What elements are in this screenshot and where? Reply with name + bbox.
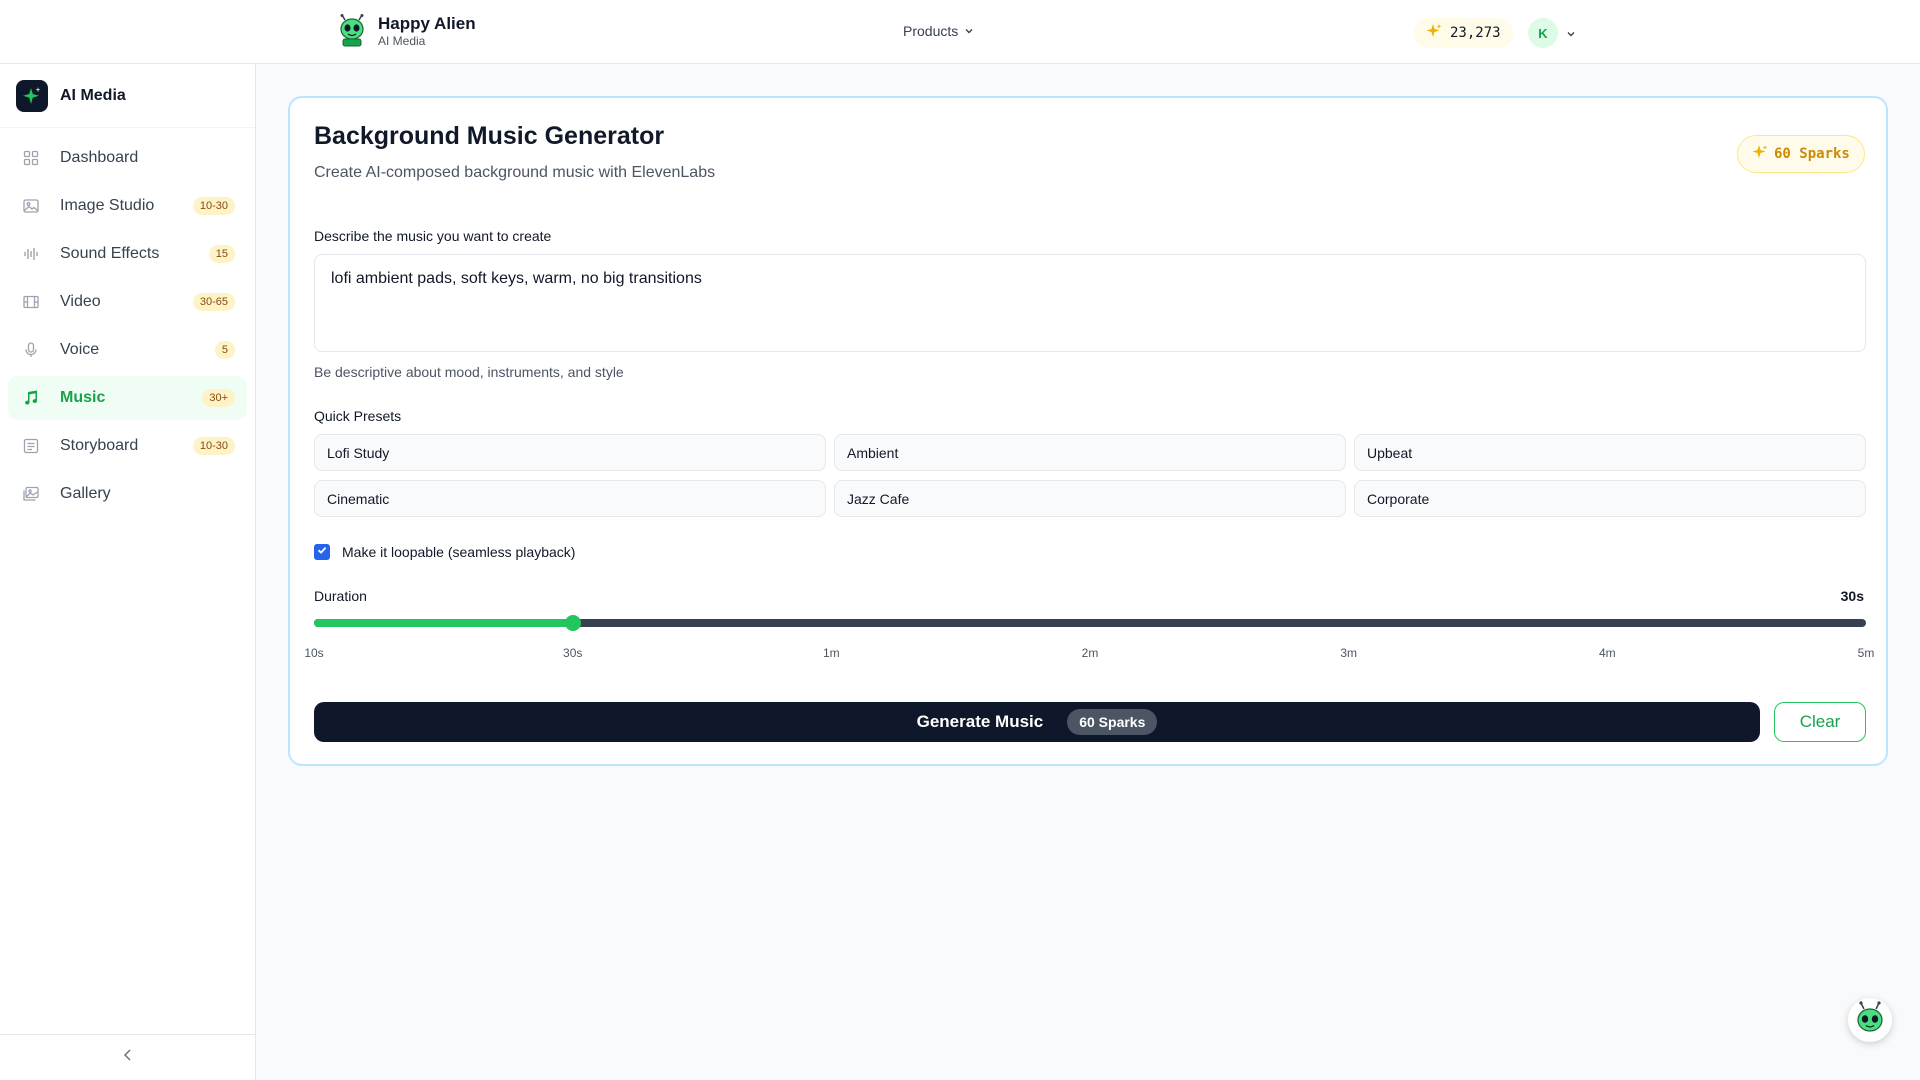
sidebar-item-label: Video [60,293,101,310]
preset-upbeat[interactable]: Upbeat [1354,434,1866,471]
sidebar-item-image-studio[interactable]: Image Studio 10-30 [8,184,247,228]
sidebar-item-label: Dashboard [60,149,139,166]
sparkle-icon [1752,144,1768,164]
storyboard-icon [22,437,40,455]
sidebar-header: AI Media [0,64,255,128]
preset-corporate[interactable]: Corporate [1354,480,1866,517]
preset-jazz-cafe[interactable]: Jazz Cafe [834,480,1346,517]
alien-mascot-icon [1854,1000,1886,1040]
tick-label: 30s [563,646,583,660]
sidebar: AI Media Dashboard Image Studio 10-30 So… [0,64,256,1080]
tick-label: 4m [1598,646,1616,660]
alien-assistant-button[interactable] [1848,998,1892,1042]
chevron-down-icon [964,23,974,39]
sidebar-item-dashboard[interactable]: Dashboard [8,136,247,180]
sidebar-item-label: Voice [60,341,100,358]
duration-slider-fill [314,619,573,627]
credits-value: 23,273 [1450,25,1501,41]
preset-lofi-study[interactable]: Lofi Study [314,434,826,471]
cost-badge: 10-30 [192,197,235,215]
duration-slider[interactable] [314,615,1866,631]
presets-grid: Lofi Study Ambient Upbeat Cinematic Jazz… [314,434,1866,517]
duration-label: Duration [314,588,367,604]
preset-ambient[interactable]: Ambient [834,434,1346,471]
sidebar-item-sound-effects[interactable]: Sound Effects 15 [8,232,247,276]
sidebar-item-label: Gallery [60,485,111,502]
loop-option: Make it loopable (seamless playback) [314,544,575,560]
sidebar-item-storyboard[interactable]: Storyboard 10-30 [8,424,247,468]
film-icon [22,293,40,311]
sidebar-item-label: Storyboard [60,437,139,454]
sidebar-item-label: Image Studio [60,197,155,214]
duration-ticks: 10s 30s 1m 2m 3m 4m 5m [304,646,1874,660]
tick-label: 3m [1340,646,1358,660]
sidebar-item-music[interactable]: Music 30+ [8,376,247,420]
brand-name: Happy Alien [378,14,476,33]
sidebar-nav: Dashboard Image Studio 10-30 Sound Effec… [0,128,255,528]
preset-cinematic[interactable]: Cinematic [314,480,826,517]
tick-label: 1m [822,646,840,660]
tick-label: 10s [304,646,324,660]
loop-checkbox[interactable] [314,544,330,560]
image-icon [22,197,40,215]
cost-badge: 15 [208,245,235,263]
sidebar-item-gallery[interactable]: Gallery [8,472,247,516]
sparkle-icon [1426,23,1442,43]
top-bar: Happy Alien AI Media Products 23,273 K [0,0,1920,64]
cost-badge: 30-65 [192,293,235,311]
cost-pill-label: 60 Sparks [1774,146,1850,162]
prompt-hint: Be descriptive about mood, instruments, … [314,364,624,380]
sidebar-title: AI Media [60,86,126,104]
duration-slider-thumb[interactable] [564,615,581,631]
page-subtitle: Create AI-composed background music with… [314,164,716,181]
tick-label: 5m [1857,646,1875,660]
waveform-icon [22,245,40,263]
cost-badge: 30+ [202,389,235,407]
brand-subtitle: AI Media [378,34,426,48]
clear-button[interactable]: Clear [1774,702,1866,742]
chevron-left-icon [122,1048,134,1067]
prompt-label: Describe the music you want to create [314,228,552,244]
generate-cost-badge: 60 Sparks [1067,709,1158,735]
products-label: Products [903,23,959,39]
sidebar-item-label: Music [60,389,106,406]
collapse-sidebar-button[interactable] [0,1034,255,1080]
duration-value: 30s [1840,588,1864,604]
sidebar-item-label: Sound Effects [60,245,160,262]
account-chevron-down-icon[interactable] [1566,26,1576,44]
presets-label: Quick Presets [314,408,402,424]
grid-icon [22,149,40,167]
sidebar-item-voice[interactable]: Voice 5 [8,328,247,372]
sparkle-logo-icon [16,79,48,112]
page-title: Background Music Generator [314,122,665,150]
music-note-icon [22,389,40,407]
alien-logo-icon [336,14,368,48]
cost-badge: 5 [214,341,235,359]
checkmark-icon [316,543,328,561]
tick-label: 2m [1081,646,1099,660]
loop-label: Make it loopable (seamless playback) [342,544,576,560]
credits-balance[interactable]: 23,273 [1414,18,1513,48]
cost-pill: 60 Sparks [1737,135,1865,173]
sidebar-item-video[interactable]: Video 30-65 [8,280,247,324]
prompt-textarea[interactable]: lofi ambient pads, soft keys, warm, no b… [314,254,1866,352]
products-menu[interactable]: Products [903,23,974,39]
generate-music-button[interactable]: Generate Music 60 Sparks [314,702,1760,742]
cost-badge: 10-30 [192,437,235,455]
avatar[interactable]: K [1528,18,1558,48]
microphone-icon [22,341,40,359]
brand[interactable]: Happy Alien AI Media [336,14,476,48]
generate-label: Generate Music [916,712,1044,731]
music-generator-card: Background Music Generator Create AI-com… [288,96,1888,766]
gallery-icon [22,485,40,503]
